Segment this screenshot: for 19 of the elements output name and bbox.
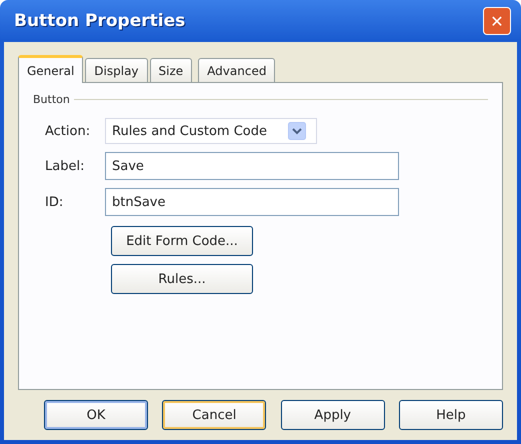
field-label: Action: [45, 124, 90, 138]
tab[interactable]: Display [85, 58, 148, 82]
field-label: ID: [45, 194, 64, 210]
dialog-button[interactable]: OK [44, 400, 148, 430]
text-field[interactable]: Save [105, 152, 399, 180]
text-field[interactable]: btnSave [105, 188, 399, 216]
close-button[interactable]: ✕ [483, 7, 511, 35]
dialog-button[interactable]: Edit Form Code... [111, 226, 253, 256]
field-label: Label: [45, 158, 84, 174]
tab[interactable]: General [18, 55, 84, 83]
dialog-button[interactable]: Cancel [162, 400, 266, 430]
group-title: Button [33, 93, 70, 106]
tab[interactable]: Advanced [198, 58, 276, 82]
tab[interactable]: Size [150, 58, 192, 82]
dialog-button[interactable]: Rules... [111, 264, 253, 294]
dialog-button[interactable]: Help [398, 400, 503, 430]
window-title: Button Properties [14, 11, 186, 31]
dialog-button[interactable]: Apply [280, 400, 385, 430]
action-dropdown[interactable]: Rules and Custom Code [105, 118, 317, 144]
